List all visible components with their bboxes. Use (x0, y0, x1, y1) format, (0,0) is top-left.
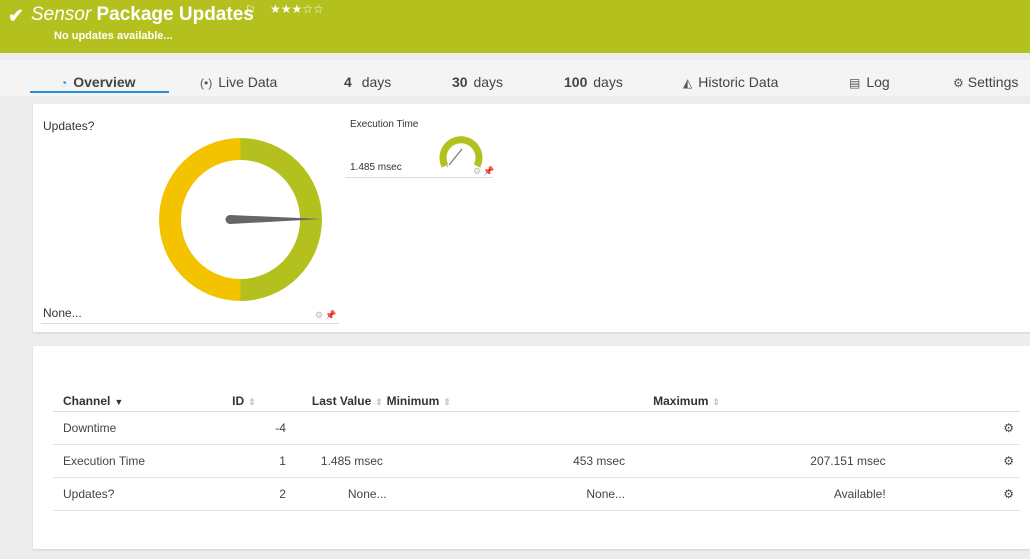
tab-label: Historic Data (698, 74, 779, 90)
check-icon: ✔ (8, 6, 24, 27)
cell-minimum: 453 msec (386, 444, 654, 478)
cell-minimum (386, 411, 654, 445)
execution-gauge-value: 1.485 msec (350, 162, 402, 173)
column-minimum[interactable]: Minimum ⇕ (386, 384, 654, 412)
cell-channel[interactable]: Execution Time (53, 444, 233, 478)
column-last-value[interactable]: Last Value ⇕ (291, 384, 387, 412)
broadcast-icon: (•) (200, 76, 213, 90)
tab-live-data[interactable]: (•) Live Data (200, 74, 277, 90)
cell-maximum (653, 411, 914, 445)
sensor-name: Package Updates (96, 4, 254, 25)
column-id[interactable]: ID ⇕ (232, 384, 292, 412)
active-tab-indicator (30, 91, 169, 93)
tab-settings[interactable]: ⚙ Settings (953, 74, 1018, 90)
tab-label: days (473, 74, 504, 90)
execution-gauge[interactable] (438, 129, 484, 171)
priority-stars[interactable]: ★★★☆☆ (270, 2, 324, 16)
cell-last-value: 1.485 msec (291, 444, 387, 478)
tab-30-days[interactable]: 30 days (452, 74, 503, 90)
tab-overview[interactable]: ◔ Overview (60, 74, 136, 90)
cell-last-value: None... (291, 477, 387, 511)
column-label: Last Value (311, 393, 372, 408)
channels-panel: Channel ▼ ID ⇕ Last Value ⇕ Minimum ⇕ Maximu… (33, 346, 1030, 549)
channel-settings-icon[interactable]: ⚙ (913, 411, 1020, 445)
updates-gauge-title: Updates? (43, 119, 95, 133)
tab-label: Settings (967, 74, 1019, 90)
tab-4-days[interactable]: 4 days (344, 74, 391, 90)
execution-gauge-title: Execution Time (350, 119, 419, 130)
channels-table: Channel ▼ ID ⇕ Last Value ⇕ Minimum ⇕ Maximu… (53, 384, 1020, 511)
column-label: Channel (63, 393, 111, 408)
sensor-header: ✔ Sensor Package Updates ⚐ ★★★☆☆ No upda… (0, 0, 1030, 53)
tab-100-days[interactable]: 100 days (564, 74, 623, 90)
table-row[interactable]: Execution Time 1 1.485 msec 453 msec 207… (53, 444, 1020, 478)
channel-settings-icon[interactable]: ⚙ (913, 477, 1020, 511)
cell-channel[interactable]: Updates? (53, 477, 233, 511)
table-header-row: Channel ▼ ID ⇕ Last Value ⇕ Minimum ⇕ Maximu… (53, 384, 1020, 412)
cell-id: -4 (232, 411, 292, 445)
channel-settings-icon[interactable]: ⚙ (913, 444, 1020, 478)
column-channel[interactable]: Channel ▼ (53, 384, 233, 412)
updates-gauge[interactable] (158, 137, 323, 302)
tab-historic-data[interactable]: ◭ Historic Data (683, 74, 778, 90)
sensor-word: Sensor (31, 4, 92, 25)
cell-last-value (291, 411, 387, 445)
gauge-divider (345, 177, 493, 178)
tab-label: Log (866, 74, 890, 90)
cell-id: 1 (232, 444, 292, 478)
tab-label: days (593, 74, 623, 90)
table-row[interactable]: Updates? 2 None... None... Available! ⚙ (53, 477, 1020, 511)
tab-log[interactable]: ▤ Log (849, 74, 890, 90)
gear-icon: ⚙ (953, 76, 964, 90)
column-label: Minimum (386, 393, 440, 408)
flag-icon[interactable]: ⚐ (245, 3, 256, 17)
sort-icon: ⇕ (712, 396, 720, 407)
column-label: ID (232, 393, 245, 408)
tab-label-bold: 4 (344, 74, 352, 90)
column-maximum[interactable]: Maximum ⇕ (653, 384, 914, 412)
gauge-needle-hub (225, 215, 235, 224)
gauge-icon: ◔ (60, 76, 68, 90)
cell-maximum: 207.151 msec (653, 444, 914, 478)
gauge-tools[interactable]: ⚙📌 (315, 310, 338, 321)
column-label: Maximum (653, 393, 709, 408)
log-icon: ▤ (849, 76, 861, 90)
gauge-divider (41, 323, 339, 324)
updates-gauge-value: None... (43, 306, 82, 320)
cell-channel[interactable]: Downtime (53, 411, 233, 445)
gauge-tools[interactable]: ⚙📌 (473, 166, 496, 177)
status-message: No updates available... (54, 30, 173, 42)
tab-bar: ◔ Overview (•) Live Data 4 days 30 days 10… (0, 60, 1030, 96)
sort-down-icon: ▼ (114, 396, 124, 407)
sort-icon: ⇕ (375, 396, 383, 407)
cell-id: 2 (232, 477, 292, 511)
sort-icon: ⇕ (248, 396, 256, 407)
tab-label: days (361, 74, 392, 90)
gauges-panel: Updates? None... ⚙📌 Execution Time 1.485… (33, 104, 1030, 332)
area-chart-icon: ◭ (683, 76, 693, 90)
tab-label: Live Data (218, 74, 278, 90)
tab-label-bold: 100 (564, 74, 588, 90)
cell-minimum: None... (386, 477, 654, 511)
tab-label-bold: 30 (452, 74, 468, 90)
cell-maximum: Available! (653, 477, 914, 511)
sensor-title: Sensor Package Updates (31, 4, 254, 26)
tab-label-bold: Overview (73, 74, 136, 90)
sort-icon: ⇕ (443, 396, 451, 407)
column-actions (913, 384, 1020, 412)
table-row[interactable]: Downtime -4 ⚙ (53, 411, 1020, 445)
